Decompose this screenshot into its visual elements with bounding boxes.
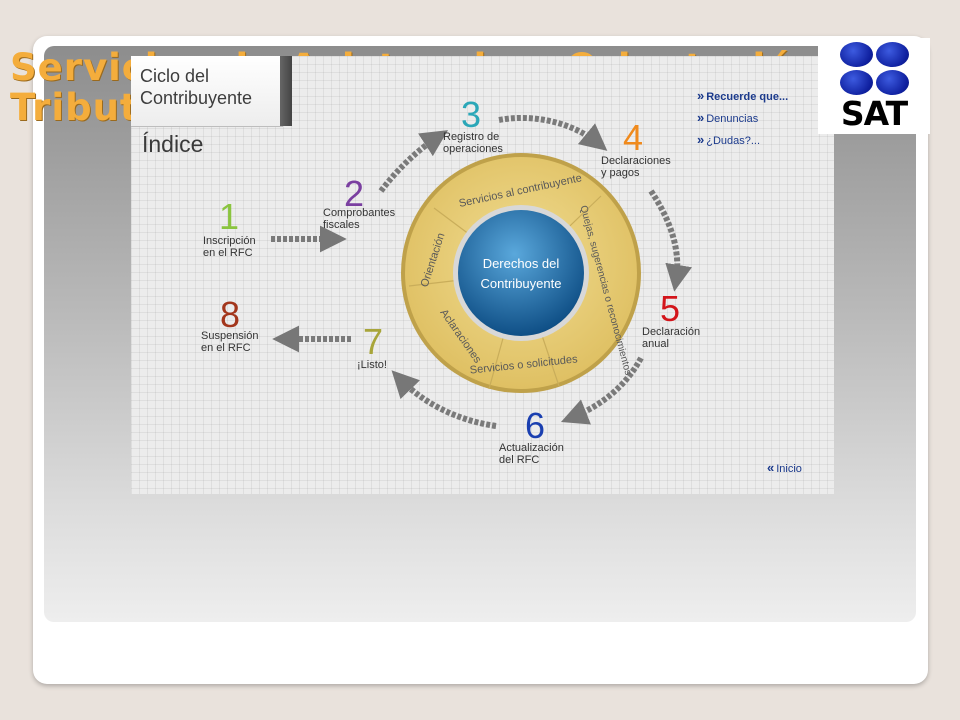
step-label-line1: Declaración — [642, 326, 701, 338]
step-label-line1: Comprobantes — [323, 207, 396, 219]
step-number: 6 — [525, 405, 546, 446]
step-label-line2: operaciones — [443, 143, 503, 155]
step-label-line2: del RFC — [499, 454, 540, 466]
step-label-line2: y pagos — [601, 167, 640, 179]
step-label-line1: Registro de — [443, 131, 500, 143]
step-label-line1: Actualización — [499, 442, 564, 454]
step-label-line2: en el RFC — [201, 342, 251, 354]
cycle-diagram: Servicios al contribuyente Quejas, suger… — [271, 115, 692, 429]
sat-logo: SAT — [818, 38, 930, 134]
step-label-line2: fiscales — [323, 219, 360, 231]
step-label-line1: Declaraciones — [601, 155, 671, 167]
step-number: 1 — [219, 196, 240, 237]
step-number: 3 — [461, 94, 482, 135]
step-number: 7 — [363, 321, 384, 362]
arrow-3-4 — [498, 115, 608, 151]
step-label-line1: Suspensión — [201, 330, 259, 342]
center-disc — [458, 210, 584, 336]
step-label-line1: Inscripción — [203, 235, 256, 247]
step-label-line2: en el RFC — [203, 247, 253, 259]
center-line1: Derechos del — [483, 256, 560, 271]
arrow-4-5 — [648, 189, 692, 292]
step-number: 4 — [623, 117, 644, 158]
sat-logo-text: SAT — [840, 94, 908, 133]
logo-dot — [840, 42, 873, 67]
logo-dot — [876, 70, 909, 95]
step-label-line1: ¡Listo! — [357, 359, 387, 371]
arrow-2-3 — [378, 130, 449, 193]
step-number: 5 — [660, 288, 681, 329]
step-label-line2: anual — [642, 338, 669, 350]
embedded-screenshot: Ciclo del Contribuyente Índice » Recuerde… — [131, 56, 834, 494]
step-number: 8 — [220, 294, 241, 335]
center-line2: Contribuyente — [481, 276, 562, 291]
logo-dot — [840, 70, 873, 95]
logo-dot — [876, 42, 909, 67]
